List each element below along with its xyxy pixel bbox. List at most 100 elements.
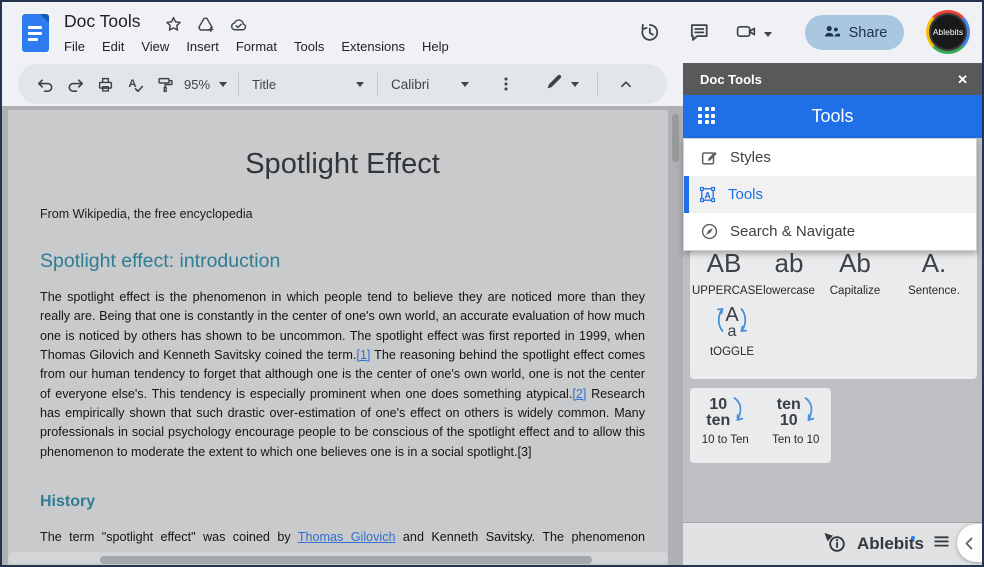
share-label: Share (848, 24, 888, 41)
ablebits-brand-label[interactable]: Ablebits (857, 534, 924, 554)
menu-item-tools[interactable]: A Tools (684, 176, 976, 213)
more-options-button[interactable] (491, 69, 521, 99)
menu-bar: File Edit View Insert Format Tools Exten… (64, 39, 449, 54)
sidebar-header: Doc Tools ✕ (683, 63, 982, 95)
docs-logo-fold (40, 14, 49, 23)
close-icon[interactable]: ✕ (957, 73, 968, 86)
ten-to-Ten-button[interactable]: 10 ten 10 to Ten (690, 396, 761, 446)
chevron-down-icon (764, 31, 772, 37)
number-conversion-card: 10 ten 10 to Ten ten 10 Ten to 10 (690, 388, 831, 463)
font-select[interactable]: Calibri (391, 76, 470, 92)
document-title[interactable]: Doc Tools (64, 11, 141, 32)
spellcheck-button[interactable]: A (120, 69, 150, 99)
hide-menus-button[interactable] (611, 69, 641, 99)
ablebits-logo-icon (822, 530, 848, 559)
video-camera-icon (735, 21, 758, 47)
compass-icon (699, 222, 719, 241)
editing-mode-select[interactable] (545, 73, 580, 96)
account-avatar[interactable]: Ablebits (926, 10, 970, 54)
lowercase-glyph: ab (774, 250, 804, 278)
toggle-case-button[interactable]: A a tOGGLE (700, 305, 764, 358)
menu-insert[interactable]: Insert (186, 39, 219, 54)
doc-intro-heading: Spotlight effect: introduction (40, 250, 281, 272)
menu-view[interactable]: View (141, 39, 169, 54)
chevron-down-icon (461, 81, 470, 87)
menu-item-search-navigate[interactable]: Search & Navigate (684, 213, 976, 250)
print-button[interactable] (90, 69, 120, 99)
menu-tools[interactable]: Tools (294, 39, 324, 54)
sentence-case-button[interactable]: A. Sentence. (888, 250, 977, 297)
star-icon[interactable] (164, 15, 183, 39)
font-value: Calibri (391, 76, 430, 92)
meet-video-control[interactable] (735, 21, 772, 47)
menu-format[interactable]: Format (236, 39, 277, 54)
chevron-down-icon (571, 81, 580, 87)
styles-icon (699, 148, 719, 167)
doc-history-paragraph: The term "spotlight effect" was coined b… (40, 530, 645, 545)
document-page[interactable]: Spotlight Effect From Wikipedia, the fre… (8, 110, 668, 565)
menu-help[interactable]: Help (422, 39, 449, 54)
cloud-saved-icon[interactable] (228, 15, 249, 39)
share-people-icon (822, 22, 841, 44)
zoom-value: 95% (184, 76, 211, 92)
google-docs-logo-icon[interactable] (22, 14, 49, 52)
change-case-card: AB UPPERCASE ab lowercase Ab Capitalize … (690, 250, 977, 379)
paint-format-button[interactable] (150, 69, 180, 99)
curved-arrow-right-icon (740, 305, 750, 340)
formatting-toolbar: A 95% Title Calibri (18, 64, 667, 104)
drive-shortcut-icon[interactable] (196, 15, 215, 39)
doc-tools-sidebar: Doc Tools ✕ Tools Styles A Tools Search … (683, 63, 982, 565)
menu-item-label: Search & Navigate (730, 223, 856, 240)
avatar-label: Ablebits (929, 13, 967, 51)
menu-item-label: Styles (730, 149, 771, 166)
sidebar-title: Doc Tools (700, 71, 762, 87)
app-window: Doc Tools File Edit View Insert Format T… (0, 0, 984, 567)
version-history-icon[interactable] (638, 21, 661, 49)
doc-link[interactable]: [1] (356, 348, 370, 362)
sidebar-section-bar: Tools (683, 95, 982, 138)
comment-icon[interactable] (688, 21, 710, 48)
doc-link[interactable]: Thomas Gilovich (298, 530, 396, 544)
chevron-down-icon (356, 81, 365, 87)
uppercase-glyph: AB (706, 250, 742, 278)
zoom-select[interactable]: 95% (184, 76, 228, 92)
uppercase-button[interactable]: AB UPPERCASE (692, 250, 763, 297)
paragraph-style-select[interactable]: Title (252, 77, 365, 92)
sidebar-section-title: Tools (811, 106, 854, 126)
curved-arrow-left-icon (714, 305, 724, 340)
menu-file[interactable]: File (64, 39, 85, 54)
chevron-left-icon (965, 537, 973, 549)
horizontal-scrollbar-thumb[interactable] (100, 555, 592, 564)
lowercase-button[interactable]: ab lowercase (756, 250, 822, 297)
doc-byline: From Wikipedia, the free encyclopedia (40, 207, 253, 221)
toolbar-divider (597, 72, 599, 96)
curved-arrow-down-icon (732, 396, 744, 429)
undo-button[interactable] (30, 69, 60, 99)
top-bar: Doc Tools File Edit View Insert Format T… (2, 2, 982, 63)
sidebar-footer: Ablebits (683, 522, 982, 565)
tools-frame-icon: A (697, 185, 717, 204)
sidebar-dropdown-menu: Styles A Tools Search & Navigate (683, 138, 977, 251)
doc-history-heading: History (40, 493, 96, 511)
document-canvas: Spotlight Effect From Wikipedia, the fre… (2, 106, 683, 565)
Ten-to-ten-button[interactable]: ten 10 Ten to 10 (761, 396, 832, 446)
svg-text:A: A (704, 190, 711, 200)
redo-button[interactable] (60, 69, 90, 99)
toolbar-divider (377, 72, 379, 96)
capitalize-button[interactable]: Ab Capitalize (822, 250, 888, 297)
apps-grid-icon[interactable] (698, 107, 717, 126)
menu-edit[interactable]: Edit (102, 39, 124, 54)
menu-item-styles[interactable]: Styles (684, 139, 976, 176)
sentence-glyph: A. (921, 250, 947, 278)
chevron-down-icon (219, 81, 228, 87)
capitalize-glyph: Ab (839, 250, 871, 278)
curved-arrow-down-icon (803, 396, 815, 429)
menu-item-label: Tools (728, 186, 764, 203)
doc-heading-title: Spotlight Effect (245, 148, 440, 180)
share-button[interactable]: Share (805, 15, 904, 50)
hamburger-menu-icon[interactable] (933, 533, 950, 555)
pen-icon (545, 73, 563, 96)
doc-link[interactable]: [2] (572, 387, 586, 401)
menu-extensions[interactable]: Extensions (341, 39, 405, 54)
vertical-scrollbar-thumb[interactable] (672, 114, 679, 162)
